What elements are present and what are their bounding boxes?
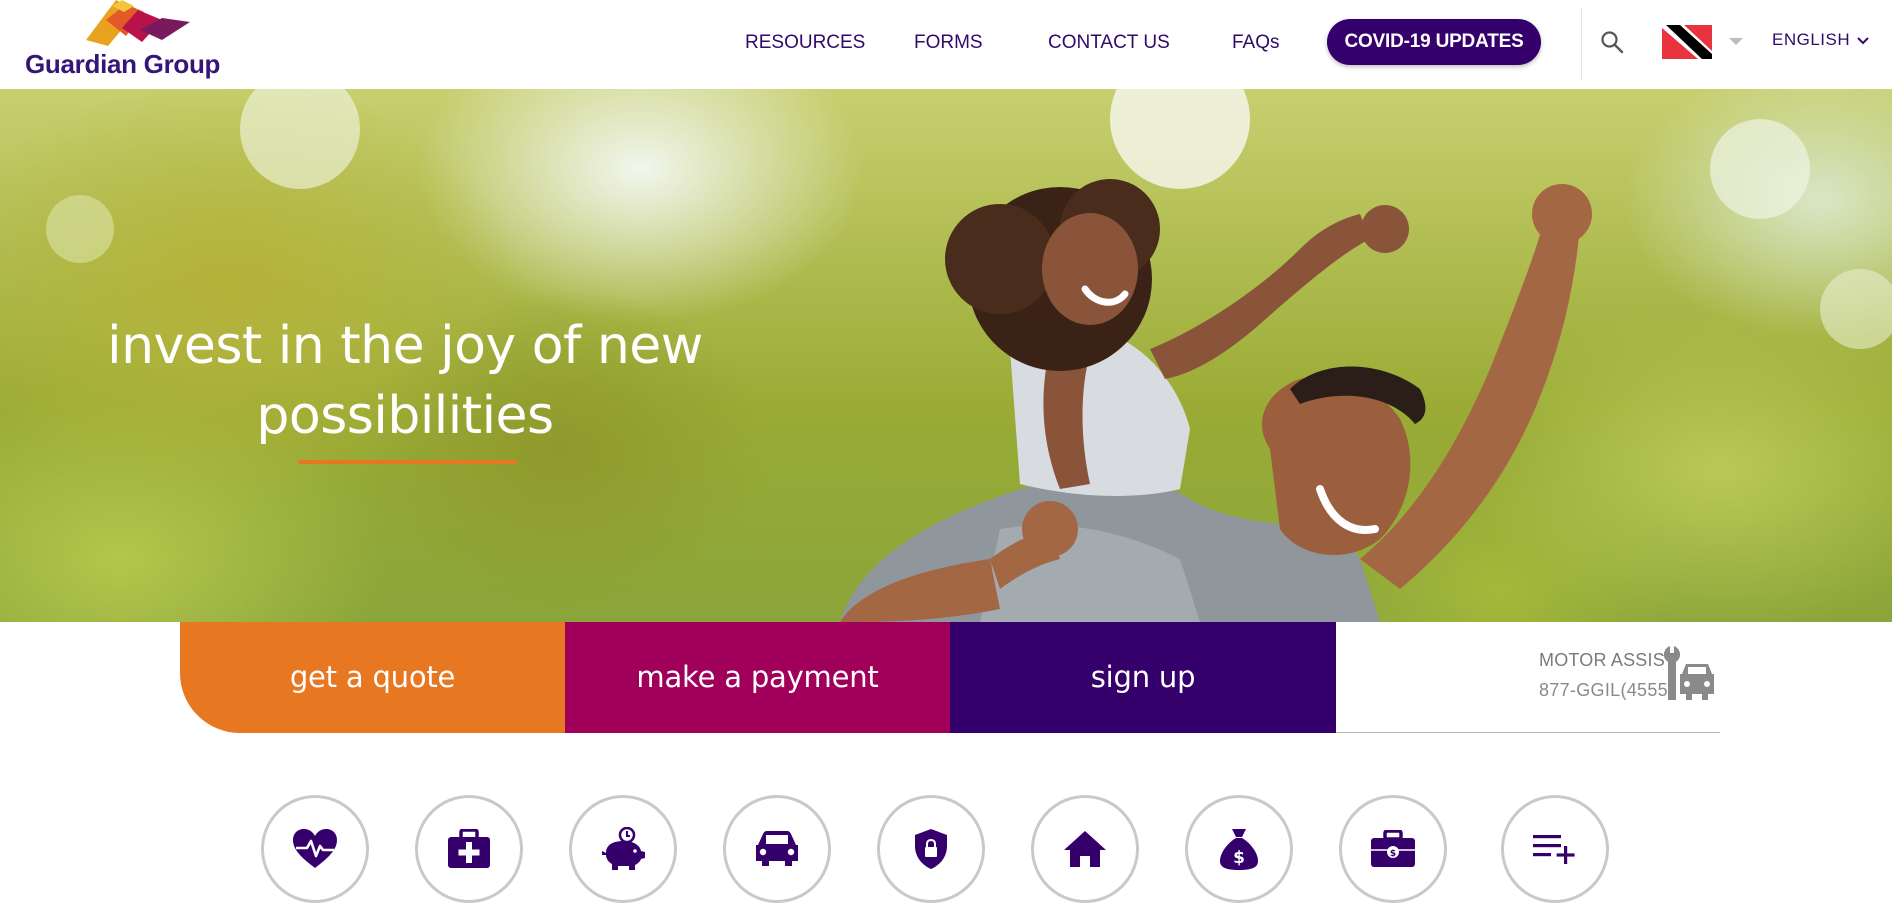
svg-text:$: $	[1390, 849, 1396, 859]
trinidad-flag-icon[interactable]	[1662, 25, 1712, 59]
product-icons-row: $ $	[0, 795, 1892, 906]
make-a-payment-button[interactable]: make a payment	[565, 622, 950, 733]
car-wrench-icon	[1663, 646, 1714, 700]
hero-underline	[298, 460, 517, 464]
product-home[interactable]	[1031, 795, 1139, 903]
chevron-down-icon[interactable]	[1856, 34, 1870, 48]
piggy-bank-icon	[602, 827, 645, 870]
nav-contact-us[interactable]: CONTACT US	[1048, 20, 1170, 66]
site-header: Guardian Group RESOURCES FORMS CONTACT U…	[0, 0, 1892, 89]
product-savings[interactable]	[569, 795, 677, 903]
svg-text:$: $	[1233, 848, 1245, 868]
product-medical[interactable]	[415, 795, 523, 903]
covid-updates-button[interactable]: COVID-19 UPDATES	[1327, 19, 1541, 65]
product-business[interactable]: $	[1339, 795, 1447, 903]
product-protection[interactable]	[877, 795, 985, 903]
logo-text: Guardian Group	[25, 49, 221, 79]
car-icon	[756, 831, 798, 866]
sign-up-button[interactable]: sign up	[950, 622, 1336, 733]
motor-assist-title: MOTOR ASSIST	[1539, 650, 1677, 670]
get-a-quote-button[interactable]: get a quote	[180, 622, 565, 733]
motor-assist-panel[interactable]: MOTOR ASSIST 877-GGIL(4555)	[1336, 622, 1720, 733]
shield-lock-icon	[915, 829, 947, 869]
nav-resources[interactable]: RESOURCES	[745, 20, 865, 66]
nav-forms[interactable]: FORMS	[914, 20, 983, 66]
playlist-add-icon	[1533, 835, 1575, 864]
logo[interactable]: Guardian Group	[22, 0, 220, 82]
heart-pulse-icon	[293, 829, 337, 868]
logo-mark-icon	[86, 0, 190, 46]
money-bag-icon: $	[1220, 829, 1258, 870]
briefcase-icon: $	[1371, 830, 1415, 867]
action-bar: get a quote make a payment sign up MOTOR…	[180, 622, 1720, 733]
product-health[interactable]	[261, 795, 369, 903]
header-divider	[1581, 8, 1582, 80]
product-motor[interactable]	[723, 795, 831, 903]
nav-faqs[interactable]: FAQs	[1232, 20, 1280, 66]
search-icon[interactable]	[1600, 30, 1624, 54]
language-selector[interactable]: ENGLISH	[1772, 30, 1850, 50]
country-dropdown-caret-icon[interactable]	[1729, 38, 1743, 45]
motor-assist-phone[interactable]: 877-GGIL(4555)	[1539, 680, 1674, 701]
hero-title-line-2: possibilities	[256, 386, 554, 446]
hero-banner: invest in the joy of new possibilities	[0, 89, 1892, 622]
hero-title: invest in the joy of new possibilities	[60, 311, 750, 451]
product-investments[interactable]: $	[1185, 795, 1293, 903]
product-more[interactable]	[1501, 795, 1609, 903]
home-icon	[1064, 831, 1106, 867]
medical-kit-icon	[448, 829, 490, 868]
hero-title-line-1: invest in the joy of new	[107, 316, 703, 376]
